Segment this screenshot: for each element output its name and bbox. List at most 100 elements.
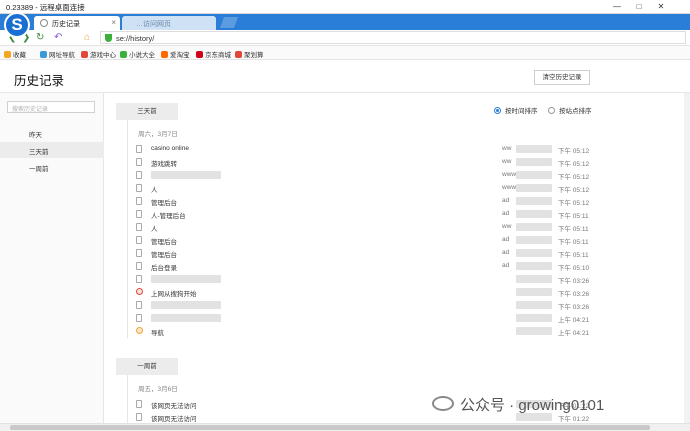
history-row-url: ad [502,236,510,243]
bookmark-item[interactable]: 爱淘宝 [161,49,190,59]
history-row-title: 管理后台 [151,200,177,207]
history-row-title: 导航 [151,330,164,337]
site-favicon-icon [136,288,143,295]
sort-by-site[interactable]: 按站点排序 [548,105,592,115]
history-row-time: 下午 03:26 [558,291,590,298]
page-icon [136,184,142,192]
history-row[interactable]: 管理后台 ad 下午 05:11 [104,234,690,247]
bookmark-item[interactable]: 游戏中心 [81,49,116,59]
radio-icon [494,107,501,114]
history-row-url: ad [502,249,510,256]
history-row[interactable]: 上午 04:21 [104,312,690,325]
history-row[interactable]: 导航 上午 04:21 [104,325,690,338]
redacted-block [516,249,552,257]
history-row-title: 后台登录 [151,265,177,272]
tab-history-label: 历史记录 [52,21,80,28]
history-row-time: 下午 05:12 [558,148,590,155]
bookmark-item[interactable]: 网址导航 [40,49,75,59]
history-row-url: ad [502,210,510,217]
redacted-block [516,327,552,335]
history-row-url: ad [502,262,510,269]
sort-by-time[interactable]: 按时间排序 [494,105,538,115]
bookmark-item[interactable]: 京东商城 [196,49,231,59]
redacted-block [151,301,221,309]
history-row[interactable]: 管理后台 ad 下午 05:12 [104,195,690,208]
site-favicon-icon [136,327,143,334]
page-header: 历史记录 清空历史记录 [0,61,690,93]
sidebar-item-one-week-ago[interactable]: 一周前 [0,159,104,175]
history-row[interactable]: 上网从搜狗开始 下午 03:26 [104,286,690,299]
history-row[interactable]: 管理后台 ad 下午 05:11 [104,247,690,260]
history-row-time: 下午 03:26 [558,304,590,311]
history-row[interactable]: 人-管理后台 ad 下午 05:11 [104,208,690,221]
wechat-logo-icon [432,396,454,411]
history-row-title: casino online [151,145,189,152]
bookmark-item[interactable]: 聚划算 [235,49,264,59]
page-icon [136,158,142,166]
redacted-block [516,288,552,296]
tab-close-icon[interactable]: × [111,18,116,27]
history-row-time: 下午 05:11 [558,226,589,233]
sidebar-item-three-days-ago[interactable]: 三天前 [0,142,104,158]
history-list: 按时间排序 按站点排序 三天前 周六，3月7日 casino online ww 下午 … [104,93,690,431]
history-row[interactable]: 下午 03:26 [104,299,690,312]
history-row-time: 下午 05:11 [558,239,589,246]
history-row[interactable]: casino online ww 下午 05:12 [104,143,690,156]
tab-second[interactable]: …访问网页 [122,16,216,30]
horizontal-scrollbar[interactable] [0,423,690,431]
history-row-time: 下午 03:26 [558,278,590,285]
redacted-block [516,158,552,166]
history-row[interactable]: www 下午 05:12 [104,169,690,182]
undo-icon[interactable]: ↶ [54,32,62,44]
day-label: 周五，3月6日 [138,386,178,393]
globe-icon [40,51,47,58]
security-shield-icon [105,34,112,42]
juhuasuan-icon [235,51,242,58]
history-row[interactable]: 后台登录 ad 下午 05:10 [104,260,690,273]
maximize-button[interactable]: □ [630,1,648,12]
history-row-time: 下午 05:11 [558,252,589,259]
history-row[interactable]: 人 www 下午 05:12 [104,182,690,195]
tab-history[interactable]: 历史记录 × [34,16,120,30]
history-row-title: 管理后台 [151,239,177,246]
history-row-url: www [502,184,517,191]
clear-history-button[interactable]: 清空历史记录 [534,70,590,85]
history-row-title: 人 [151,226,158,233]
history-row-time: 上午 04:21 [558,317,590,324]
history-row[interactable]: 人 ww 下午 05:11 [104,221,690,234]
page-icon [136,223,142,231]
game-icon [81,51,88,58]
redacted-block [516,197,552,205]
redacted-block [151,171,221,179]
history-row-url: www [502,171,517,178]
home-icon[interactable]: ⌂ [84,32,90,44]
browser-logo[interactable]: S [4,12,30,38]
history-tab-icon [40,19,48,27]
page-icon [136,262,142,270]
taobao-icon [161,51,168,58]
address-bar[interactable]: se://history/ [100,31,686,44]
minimize-button[interactable]: — [608,1,626,12]
vertical-scrollbar[interactable] [684,93,690,431]
history-row-time: 下午 05:12 [558,174,590,181]
redacted-block [151,275,221,283]
refresh-icon[interactable]: ↻ [36,32,44,44]
bookmark-item[interactable]: 小说大全 [120,49,155,59]
redacted-block [516,184,552,192]
bookmark-item[interactable]: 收藏 [4,49,26,59]
page-icon [136,145,142,153]
sidebar-item-yesterday[interactable]: 昨天 [0,125,104,141]
redacted-block [516,223,552,231]
search-input[interactable]: 搜索历史记录 [7,101,95,113]
history-row[interactable]: 下午 03:26 [104,273,690,286]
history-row[interactable]: 游戏跳转 ww 下午 05:12 [104,156,690,169]
remote-desktop-titlebar: 0.23389 - 远程桌面连接 — □ ✕ [0,0,690,14]
history-row-time: 下午 05:12 [558,161,590,168]
sidebar: 搜索历史记录 昨天 三天前 一周前 [0,93,104,431]
close-button[interactable]: ✕ [652,1,670,12]
redacted-block [516,314,552,322]
date-group-chip: 三天前 [116,103,178,120]
history-row-time: 下午 05:10 [558,265,590,272]
page-icon [136,314,142,322]
scrollbar-thumb[interactable] [10,425,650,430]
